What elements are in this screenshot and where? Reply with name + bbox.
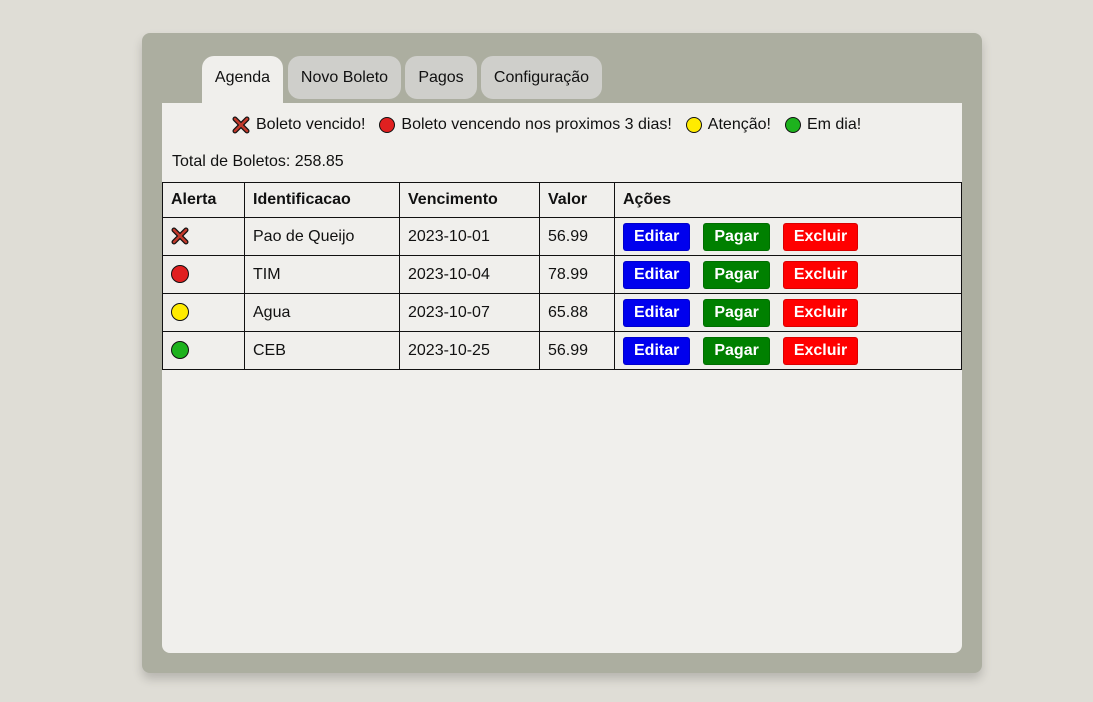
pay-button[interactable]: Pagar [703,222,770,251]
pay-button[interactable]: Pagar [703,260,770,289]
acoes-cell: Editar Pagar Excluir [614,331,962,370]
vencimento-cell: 2023-10-25 [399,331,540,370]
alert-cell [162,331,245,370]
pay-button[interactable]: Pagar [703,298,770,327]
legend-label: Boleto vencendo nos proximos 3 dias! [401,116,672,133]
legend-label: Em dia! [806,116,862,133]
acoes-cell: Editar Pagar Excluir [614,255,962,294]
x-icon [171,227,189,245]
delete-button[interactable]: Excluir [782,336,859,365]
col-header-acoes: Ações [614,182,962,218]
identificacao-cell: Agua [244,293,400,332]
boletos-table: Alerta Identificacao Vencimento Valor Aç… [162,182,962,370]
edit-button[interactable]: Editar [623,222,691,251]
identificacao-cell: CEB [244,331,400,370]
table-row: CEB 2023-10-25 56.99 Editar Pagar Excluir [162,331,962,370]
pay-button[interactable]: Pagar [703,336,770,365]
acoes-cell: Editar Pagar Excluir [614,293,962,332]
total-boletos: Total de Boletos: 258.85 [172,153,344,170]
x-icon [232,116,250,134]
tab-configuracao[interactable]: Configuração [481,56,602,99]
vencimento-cell: 2023-10-04 [399,255,540,294]
alert-cell [162,293,245,332]
edit-button[interactable]: Editar [623,336,691,365]
valor-cell: 56.99 [539,331,615,370]
legend-item-vencido: Boleto vencido! [232,116,365,134]
tab-pagos[interactable]: Pagos [405,56,477,99]
table-header-row: Alerta Identificacao Vencimento Valor Aç… [162,182,962,218]
red-dot-icon [379,117,396,133]
col-header-alerta: Alerta [162,182,245,218]
col-header-identificacao: Identificacao [244,182,400,218]
table-row: Pao de Queijo 2023-10-01 56.99 Editar Pag… [162,217,962,256]
table-row: Agua 2023-10-07 65.88 Editar Pagar Excluir [162,293,962,332]
delete-button[interactable]: Excluir [782,298,859,327]
red-dot-icon [171,265,189,284]
alert-cell [162,255,245,294]
valor-cell: 78.99 [539,255,615,294]
legend-item-vencendo: Boleto vencendo nos proximos 3 dias! [379,116,672,134]
table-row: TIM 2023-10-04 78.99 Editar Pagar Excluir [162,255,962,294]
edit-button[interactable]: Editar [623,298,691,327]
app-window: Agenda Novo Boleto Pagos Configuração Bo… [142,33,982,673]
legend: Boleto vencido! Boleto vencendo nos prox… [232,114,875,136]
legend-item-atencao: Atenção! [685,116,771,134]
agenda-panel: Boleto vencido! Boleto vencendo nos prox… [162,103,962,653]
green-dot-icon [171,341,189,360]
identificacao-cell: TIM [244,255,400,294]
edit-button[interactable]: Editar [623,260,691,289]
vencimento-cell: 2023-10-07 [399,293,540,332]
legend-label: Atenção! [707,116,771,133]
tab-agenda[interactable]: Agenda [202,56,283,103]
legend-item-em-dia: Em dia! [784,116,862,134]
green-dot-icon [784,117,801,133]
delete-button[interactable]: Excluir [782,222,859,251]
delete-button[interactable]: Excluir [782,260,859,289]
yellow-dot-icon [171,303,189,322]
acoes-cell: Editar Pagar Excluir [614,217,962,256]
legend-label: Boleto vencido! [256,116,366,133]
vencimento-cell: 2023-10-01 [399,217,540,256]
yellow-dot-icon [685,117,702,133]
col-header-vencimento: Vencimento [399,182,540,218]
valor-cell: 56.99 [539,217,615,256]
identificacao-cell: Pao de Queijo [244,217,400,256]
valor-cell: 65.88 [539,293,615,332]
col-header-valor: Valor [539,182,615,218]
alert-cell [162,217,245,256]
tab-novo-boleto[interactable]: Novo Boleto [288,56,401,99]
